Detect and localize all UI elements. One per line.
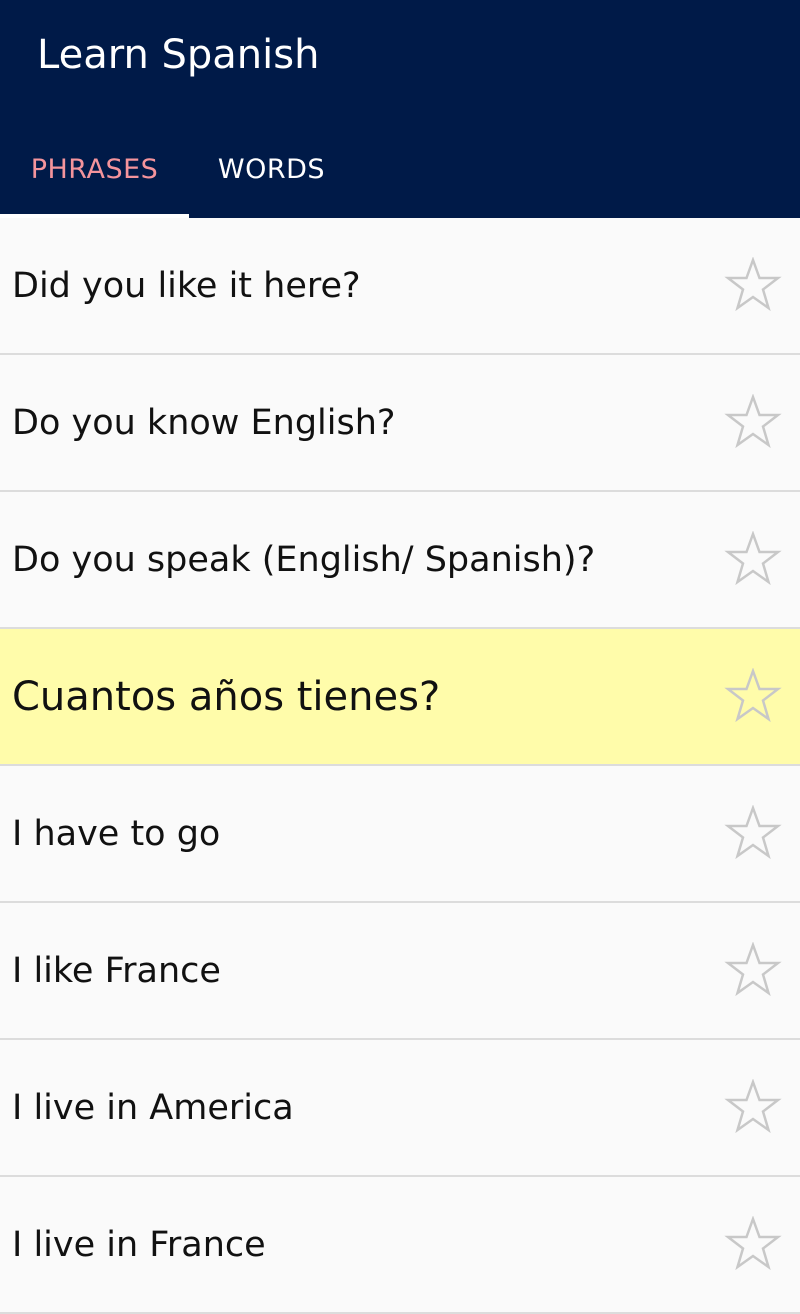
star-icon[interactable] [724, 803, 782, 863]
phrase-row[interactable]: Do you speak (English/ Spanish)? [0, 492, 800, 629]
phrase-row[interactable]: Cuantos años tienes? [0, 629, 800, 766]
tab-words[interactable]: WORDS [189, 120, 354, 218]
phrase-row[interactable]: I live in France [0, 1177, 800, 1314]
star-icon[interactable] [724, 666, 782, 726]
star-icon[interactable] [724, 392, 782, 452]
phrase-text: I live in America [12, 1087, 294, 1128]
star-icon[interactable] [724, 255, 782, 315]
star-icon[interactable] [724, 529, 782, 589]
phrase-text: Do you know English? [12, 402, 396, 443]
phrase-text: I live in France [12, 1224, 266, 1265]
phrase-text: I have to go [12, 813, 221, 854]
app-bar: Learn Spanish PHRASES WORDS [0, 0, 800, 218]
star-icon[interactable] [724, 940, 782, 1000]
phrase-text: Did you like it here? [12, 265, 361, 306]
tab-phrases[interactable]: PHRASES [0, 120, 189, 218]
star-icon[interactable] [724, 1214, 782, 1274]
phrase-list: Did you like it here? Do you know English… [0, 218, 800, 1314]
phrase-text: I like France [12, 950, 221, 991]
tab-bar: PHRASES WORDS [0, 120, 800, 218]
phrase-text: Do you speak (English/ Spanish)? [12, 539, 596, 580]
phrase-row[interactable]: I like France [0, 903, 800, 1040]
phrase-row[interactable]: Did you like it here? [0, 218, 800, 355]
app-title: Learn Spanish [37, 32, 320, 78]
phrase-row[interactable]: I live in America [0, 1040, 800, 1177]
phrase-row[interactable]: I have to go [0, 766, 800, 903]
star-icon[interactable] [724, 1077, 782, 1137]
phrase-row[interactable]: Do you know English? [0, 355, 800, 492]
phrase-text: Cuantos años tienes? [12, 673, 441, 720]
